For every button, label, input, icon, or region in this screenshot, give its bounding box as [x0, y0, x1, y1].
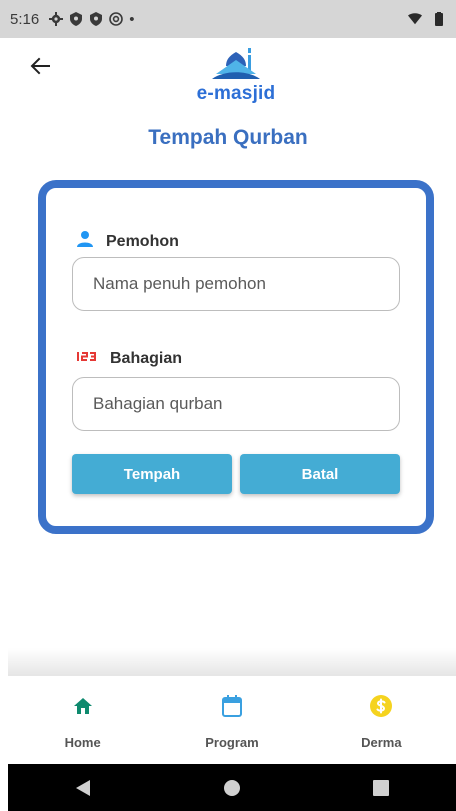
- applicant-name-input[interactable]: [72, 257, 400, 311]
- portion-input[interactable]: [72, 377, 400, 431]
- mosque-logo-icon: [208, 48, 264, 87]
- status-right: [408, 12, 446, 26]
- person-icon: [76, 230, 94, 253]
- nav-item-home[interactable]: Home: [8, 676, 157, 764]
- numbers-123-icon: [76, 349, 98, 368]
- arrow-left-icon: [30, 57, 50, 80]
- nav-item-derma[interactable]: Derma: [307, 676, 456, 764]
- calendar-icon: [219, 693, 245, 719]
- booking-form-card: Pemohon Bahagian Tempah Batal: [38, 180, 434, 534]
- logo-text: e-masjid: [196, 83, 276, 104]
- status-dot: •: [129, 10, 135, 28]
- system-nav-bar: [8, 764, 456, 811]
- status-left: 5:16 •: [10, 11, 134, 28]
- applicant-field-label: Pemohon: [76, 230, 179, 253]
- system-home-icon[interactable]: [220, 776, 244, 800]
- nav-label-home: Home: [64, 735, 101, 750]
- nav-label-derma: Derma: [361, 735, 402, 750]
- dollar-coin-icon: [368, 693, 394, 719]
- portion-label-text: Bahagian: [110, 349, 183, 367]
- nav-label-program: Program: [205, 735, 259, 750]
- bottom-nav-shadow: [8, 648, 456, 676]
- system-back-icon[interactable]: [71, 776, 95, 800]
- back-button[interactable]: [24, 52, 56, 84]
- at-sign-icon: [109, 12, 124, 26]
- system-recents-icon[interactable]: [369, 776, 393, 800]
- shield-icon: [89, 12, 103, 26]
- shield-icon: [69, 12, 83, 26]
- nav-item-program[interactable]: Program: [157, 676, 306, 764]
- settings-icon: [49, 12, 64, 26]
- page-title: Tempah Qurban: [148, 126, 308, 149]
- submit-booking-button[interactable]: Tempah: [72, 454, 232, 494]
- app-logo: e-masjid: [186, 48, 286, 104]
- portion-field-label: Bahagian: [76, 349, 182, 368]
- cancel-button[interactable]: Batal: [240, 454, 400, 494]
- wifi-icon: [408, 12, 422, 26]
- status-time: 5:16: [10, 10, 40, 28]
- bottom-nav: Home Program Derma: [8, 676, 456, 764]
- applicant-label-text: Pemohon: [106, 232, 179, 250]
- home-icon: [70, 693, 96, 719]
- status-bar: 5:16 •: [0, 0, 456, 38]
- battery-icon: [432, 12, 446, 26]
